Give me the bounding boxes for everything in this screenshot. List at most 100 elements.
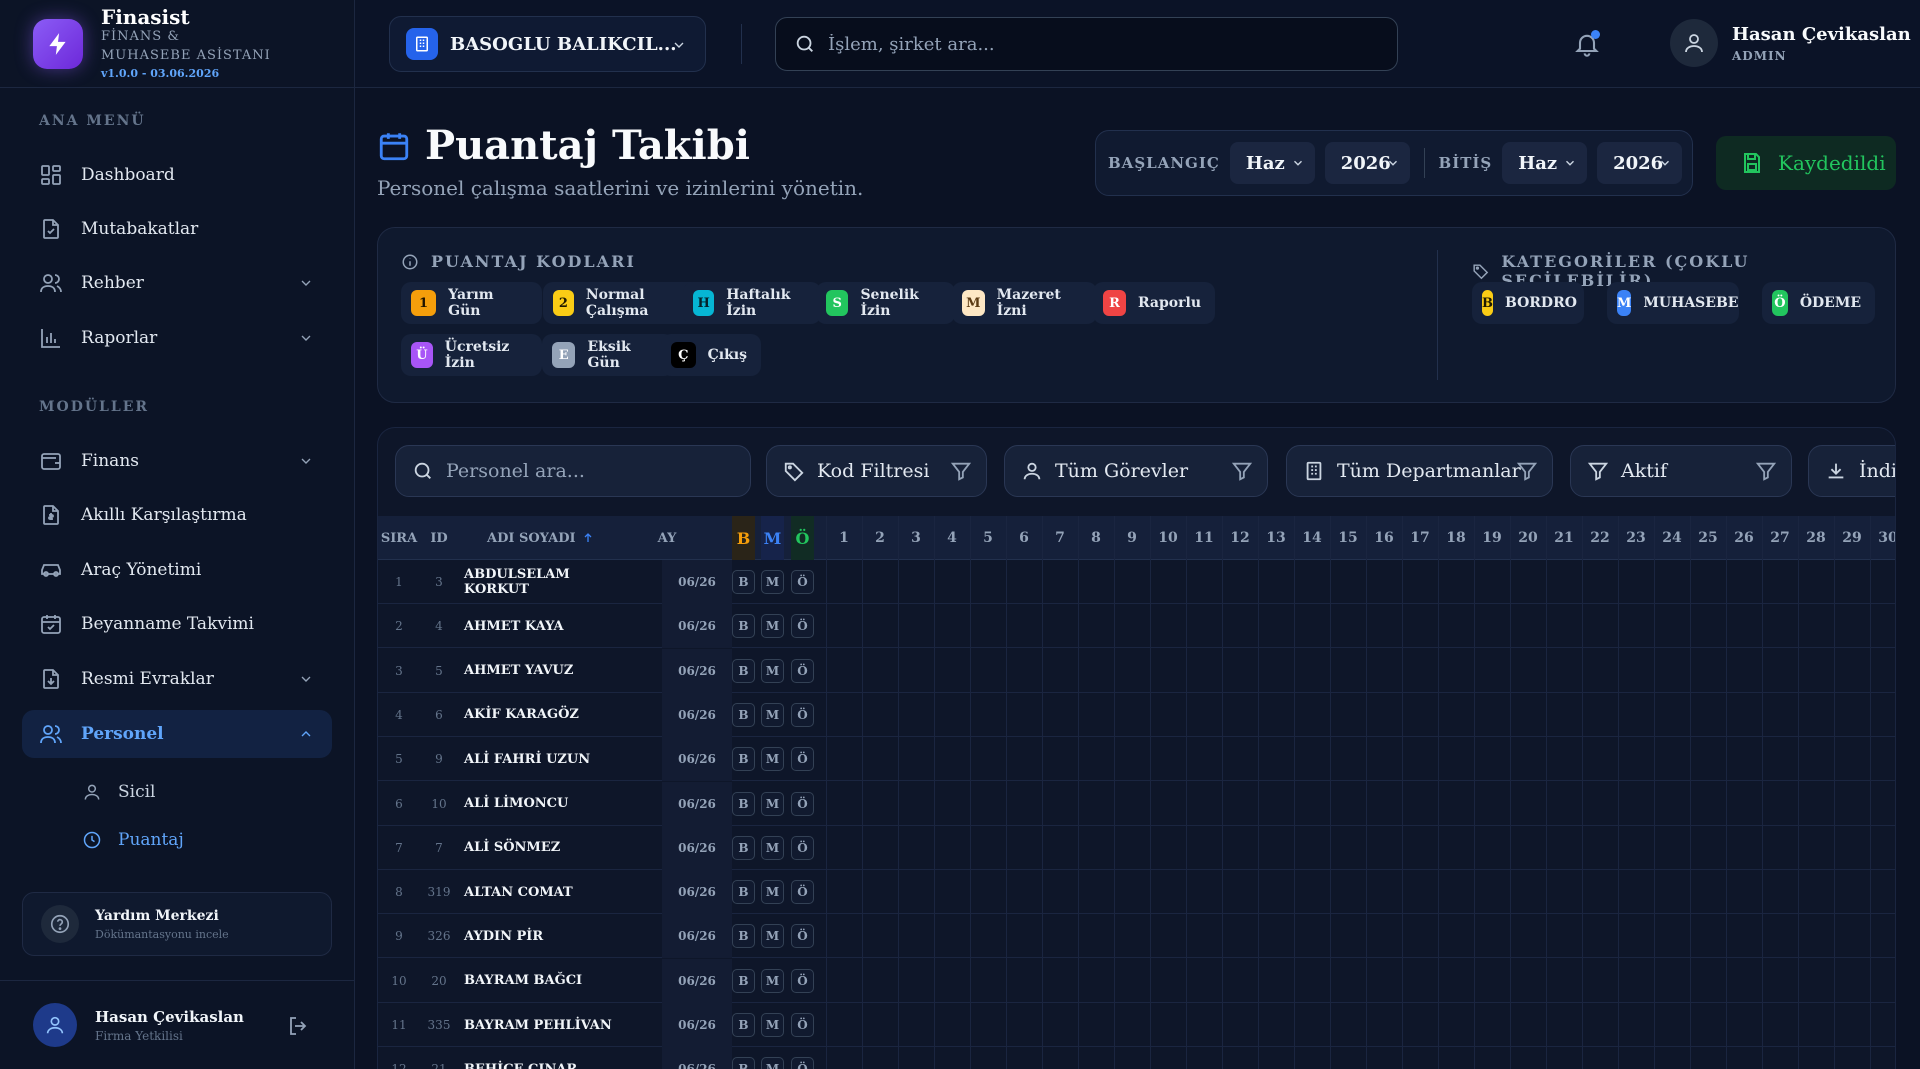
day-cell[interactable] bbox=[1330, 1003, 1366, 1047]
day-cell[interactable] bbox=[970, 649, 1006, 693]
day-cell[interactable] bbox=[1618, 959, 1654, 1003]
code-chip[interactable]: S Senelik İzin bbox=[816, 282, 955, 324]
day-cell[interactable] bbox=[934, 693, 970, 737]
col-odeme[interactable]: Ö bbox=[791, 516, 814, 560]
day-cell[interactable] bbox=[1402, 693, 1438, 737]
start-month-select[interactable]: Haz bbox=[1229, 142, 1315, 184]
day-cell[interactable] bbox=[1042, 782, 1078, 826]
day-cell[interactable] bbox=[1438, 914, 1474, 958]
help-center-card[interactable]: Yardım Merkezi Dökümantasyonu incele bbox=[22, 892, 332, 956]
bordro-checkbox[interactable]: B bbox=[732, 835, 755, 860]
col-day[interactable]: 15 bbox=[1330, 516, 1366, 560]
table-row[interactable]: 2 4 AHMET KAYA 06/26 B M Ö bbox=[378, 604, 1895, 649]
table-row[interactable]: 4 6 AKİF KARAGÖZ 06/26 B M Ö bbox=[378, 692, 1895, 737]
col-name[interactable]: ADI SOYADI bbox=[458, 516, 632, 560]
day-cell[interactable] bbox=[1438, 959, 1474, 1003]
day-cell[interactable] bbox=[826, 914, 862, 958]
day-cell[interactable] bbox=[1330, 560, 1366, 604]
table-row[interactable]: 1 3 ABDULSELAM KORKUT 06/26 B M Ö bbox=[378, 560, 1895, 604]
day-cell[interactable] bbox=[1582, 959, 1618, 1003]
logout-icon[interactable] bbox=[286, 1014, 310, 1038]
day-cell[interactable] bbox=[1834, 693, 1870, 737]
day-cell[interactable] bbox=[898, 649, 934, 693]
odeme-checkbox[interactable]: Ö bbox=[791, 1013, 814, 1037]
col-day[interactable]: 30 bbox=[1870, 516, 1895, 560]
day-cell[interactable] bbox=[1006, 870, 1042, 914]
day-cell[interactable] bbox=[1618, 693, 1654, 737]
day-cell[interactable] bbox=[1006, 693, 1042, 737]
day-cell[interactable] bbox=[1330, 870, 1366, 914]
col-day[interactable]: 21 bbox=[1546, 516, 1582, 560]
end-month-select[interactable]: Haz bbox=[1502, 142, 1588, 184]
odeme-checkbox[interactable]: Ö bbox=[791, 924, 814, 949]
day-cell[interactable] bbox=[1078, 649, 1114, 693]
day-cell[interactable] bbox=[1006, 649, 1042, 693]
day-cell[interactable] bbox=[1222, 914, 1258, 958]
col-day[interactable]: 28 bbox=[1798, 516, 1834, 560]
day-cell[interactable] bbox=[1510, 604, 1546, 648]
day-cell[interactable] bbox=[1834, 870, 1870, 914]
day-cell[interactable] bbox=[826, 737, 862, 781]
day-cell[interactable] bbox=[1690, 604, 1726, 648]
day-cell[interactable] bbox=[1186, 826, 1222, 870]
day-cell[interactable] bbox=[1402, 1047, 1438, 1069]
day-cell[interactable] bbox=[934, 649, 970, 693]
day-cell[interactable] bbox=[1078, 870, 1114, 914]
day-cell[interactable] bbox=[1258, 870, 1294, 914]
day-cell[interactable] bbox=[1114, 649, 1150, 693]
day-cell[interactable] bbox=[1114, 1003, 1150, 1047]
day-cell[interactable] bbox=[1690, 693, 1726, 737]
day-cell[interactable] bbox=[1330, 693, 1366, 737]
day-cell[interactable] bbox=[1042, 560, 1078, 604]
day-cell[interactable] bbox=[1690, 782, 1726, 826]
day-cell[interactable] bbox=[1618, 560, 1654, 604]
day-cell[interactable] bbox=[1294, 826, 1330, 870]
day-cell[interactable] bbox=[1222, 782, 1258, 826]
top-user-menu[interactable]: Hasan Çevikaslan ADMIN bbox=[1670, 19, 1911, 67]
day-cell[interactable] bbox=[1510, 782, 1546, 826]
day-cell[interactable] bbox=[1798, 826, 1834, 870]
day-cell[interactable] bbox=[1762, 604, 1798, 648]
day-cell[interactable] bbox=[1294, 959, 1330, 1003]
col-day[interactable]: 18 bbox=[1438, 516, 1474, 560]
muhasebe-checkbox[interactable]: M bbox=[761, 614, 784, 639]
day-cell[interactable] bbox=[1186, 604, 1222, 648]
nav-puantaj[interactable]: Puantaj bbox=[82, 824, 184, 856]
day-cell[interactable] bbox=[1834, 959, 1870, 1003]
day-cell[interactable] bbox=[1366, 782, 1402, 826]
day-cell[interactable] bbox=[1294, 782, 1330, 826]
day-cell[interactable] bbox=[1510, 914, 1546, 958]
code-chip[interactable]: E Eksik Gün bbox=[542, 334, 674, 376]
day-cell[interactable] bbox=[1402, 1003, 1438, 1047]
day-cell[interactable] bbox=[1402, 737, 1438, 781]
day-cell[interactable] bbox=[1474, 782, 1510, 826]
odeme-checkbox[interactable]: Ö bbox=[791, 1057, 814, 1069]
bordro-checkbox[interactable]: B bbox=[732, 747, 755, 772]
day-cell[interactable] bbox=[934, 782, 970, 826]
start-year-select[interactable]: 2026 bbox=[1324, 142, 1410, 184]
day-cell[interactable] bbox=[1690, 826, 1726, 870]
day-cell[interactable] bbox=[898, 737, 934, 781]
day-cell[interactable] bbox=[1402, 782, 1438, 826]
bordro-checkbox[interactable]: B bbox=[732, 614, 755, 639]
day-cell[interactable] bbox=[1078, 604, 1114, 648]
day-cell[interactable] bbox=[1294, 604, 1330, 648]
day-cell[interactable] bbox=[1150, 1003, 1186, 1047]
day-cell[interactable] bbox=[1582, 1003, 1618, 1047]
bordro-checkbox[interactable]: B bbox=[732, 570, 755, 594]
day-cell[interactable] bbox=[934, 826, 970, 870]
day-cell[interactable] bbox=[1114, 737, 1150, 781]
day-cell[interactable] bbox=[1186, 649, 1222, 693]
day-cell[interactable] bbox=[1834, 914, 1870, 958]
day-cell[interactable] bbox=[1150, 1047, 1186, 1069]
day-cell[interactable] bbox=[1366, 1047, 1402, 1069]
day-cell[interactable] bbox=[970, 604, 1006, 648]
day-cell[interactable] bbox=[1186, 693, 1222, 737]
day-cell[interactable] bbox=[1582, 1047, 1618, 1069]
day-cell[interactable] bbox=[1726, 914, 1762, 958]
day-cell[interactable] bbox=[1582, 870, 1618, 914]
day-cell[interactable] bbox=[1006, 782, 1042, 826]
day-cell[interactable] bbox=[1654, 1047, 1690, 1069]
day-cell[interactable] bbox=[1294, 914, 1330, 958]
day-cell[interactable] bbox=[1150, 560, 1186, 604]
